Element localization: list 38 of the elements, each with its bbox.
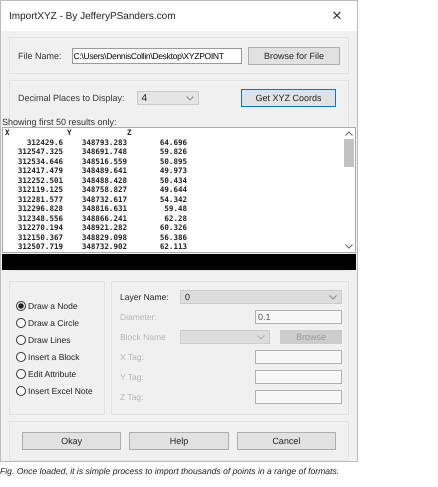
radio-button[interactable] xyxy=(16,386,26,396)
scroll-up-icon[interactable] xyxy=(344,131,352,136)
browse-file-button[interactable]: Browse for File xyxy=(248,46,340,64)
radio-option[interactable]: Draw Lines xyxy=(16,334,104,344)
radio-button[interactable] xyxy=(16,368,26,378)
file-name-label: File Name: xyxy=(18,50,62,60)
scroll-thumb[interactable] xyxy=(344,139,354,167)
radio-option[interactable]: Edit Attribute xyxy=(16,368,104,378)
radio-button[interactable] xyxy=(16,318,26,328)
setting-label: X Tag: xyxy=(120,352,145,362)
radio-button[interactable] xyxy=(16,352,26,362)
setting-label: Diameter: xyxy=(120,312,158,322)
scroll-down-icon[interactable] xyxy=(344,244,352,249)
figure-caption: Fig. Once loaded, it is simple process to import thousands of points in a range of formats. xyxy=(0,466,340,476)
setting-label: Layer Name: xyxy=(120,292,170,302)
layer-dropdown[interactable]: 0 xyxy=(180,290,342,304)
radio-option[interactable]: Insert a Block xyxy=(16,352,104,362)
radio-option[interactable]: Insert Excel Note xyxy=(16,386,104,396)
dialog-button[interactable]: Okay xyxy=(22,432,122,450)
chevron-down-icon xyxy=(186,96,194,100)
decimal-places-dropdown[interactable]: 4 xyxy=(136,91,199,105)
setting-label: Z Tag: xyxy=(120,392,144,402)
chevron-down-icon xyxy=(257,334,265,340)
chevron-down-icon xyxy=(329,294,337,300)
get-coords-button[interactable]: Get XYZ Coords xyxy=(241,89,336,107)
dialog-button[interactable]: Help xyxy=(129,432,229,450)
window-title: ImportXYZ - By JefferyPSanders.com xyxy=(9,10,176,22)
radio-option[interactable]: Draw a Circle xyxy=(16,318,104,328)
radio-button[interactable] xyxy=(16,334,26,344)
close-button[interactable]: × xyxy=(317,1,357,31)
setting-label: Y Tag: xyxy=(120,372,145,382)
results-caption: Showing first 50 results only: xyxy=(2,117,118,127)
decimal-places-label: Decimal Places to Display: xyxy=(18,93,125,103)
radio-button[interactable] xyxy=(16,300,26,310)
setting-label: Block Name xyxy=(120,332,167,342)
dialog-button[interactable]: Cancel xyxy=(236,432,336,450)
file-path-field[interactable]: C:\Users\DennisCollin\Desktop\XYZPOINT xyxy=(72,48,242,64)
radio-option[interactable]: Draw a Node xyxy=(16,300,104,310)
